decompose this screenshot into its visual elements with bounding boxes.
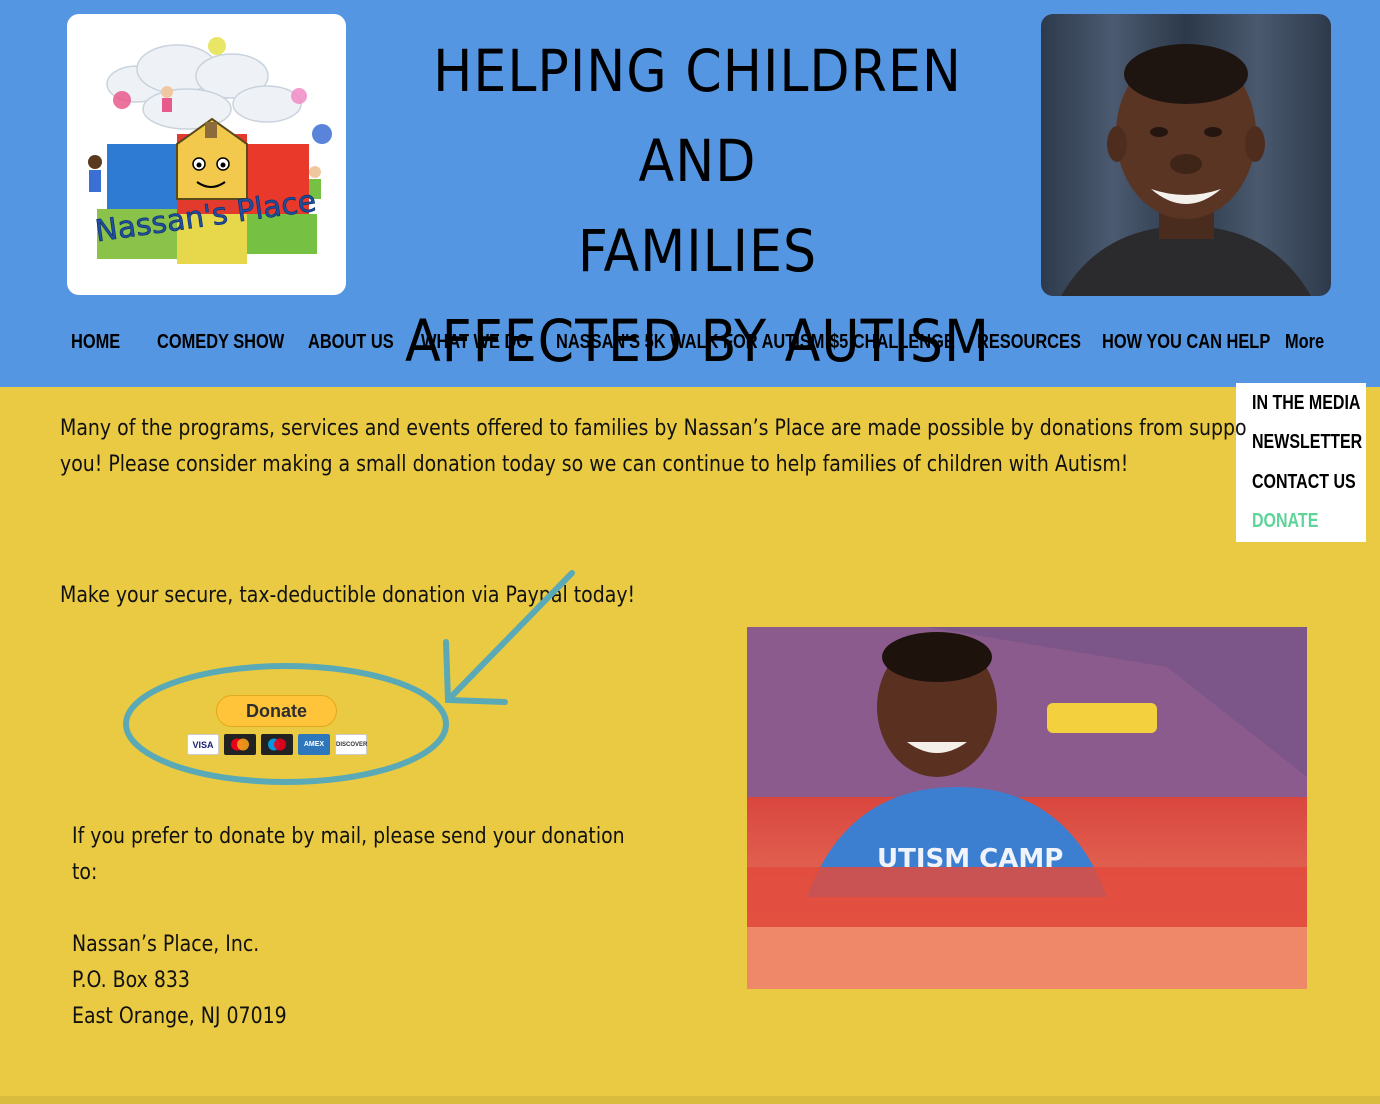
visa-icon: VISA (187, 734, 219, 755)
paypal-paragraph: Make your secure, tax-deductible donatio… (60, 579, 729, 613)
page-bottom-edge (0, 1096, 1380, 1104)
main-nav: HOME COMEDY SHOW ABOUT US WHAT WE DO NAS… (50, 324, 1350, 360)
paypal-donate-button[interactable]: Donate (216, 695, 337, 727)
address-line-3: East Orange, NJ 07019 (72, 1004, 287, 1029)
address-line-2: P.O. Box 833 (72, 968, 190, 993)
mail-donation-block: If you prefer to donate by mail, please … (72, 819, 715, 1035)
title-line-1: HELPING CHILDREN AND (433, 37, 962, 195)
intro-line-2: you! Please consider making a small dona… (60, 452, 1129, 477)
nav-item-resources[interactable]: RESOURCES (977, 324, 1081, 360)
site-logo[interactable]: Nassan's Place (67, 14, 346, 295)
site-header: Nassan's Place HELPING CHILDREN AND FAMI… (0, 0, 1380, 387)
mail-line-1: If you prefer to donate by mail, please … (72, 824, 625, 849)
nav-item-about-us[interactable]: ABOUT US (308, 324, 394, 360)
nav-item-home[interactable]: HOME (71, 324, 120, 360)
mastercard-icon (224, 734, 256, 755)
amex-icon: AMEX (298, 734, 330, 755)
portrait-photo (1041, 14, 1331, 296)
address-line-1: Nassan’s Place, Inc. (72, 932, 260, 957)
child-photo: UTISM CAMP (747, 627, 1307, 989)
nav-item-more[interactable]: More (1285, 324, 1324, 360)
mail-line-2: to: (72, 860, 98, 885)
payment-cards: VISA AMEX DISCOVER (187, 734, 367, 756)
discover-icon: DISCOVER (335, 734, 367, 755)
dropdown-item-donate[interactable]: DONATE (1252, 507, 1318, 535)
nav-item-5-challenge[interactable]: $5 CHALLENGE (830, 324, 955, 360)
nav-item-how-you-can-help[interactable]: HOW YOU CAN HELP (1102, 324, 1270, 360)
intro-paragraph: Many of the programs, services and event… (60, 411, 1380, 483)
nav-item-comedy-show[interactable]: COMEDY SHOW (157, 324, 284, 360)
paypal-line: Make your secure, tax-deductible donatio… (60, 583, 636, 608)
intro-line-1: Many of the programs, services and event… (60, 416, 1247, 441)
maestro-icon (261, 734, 293, 755)
nav-item-what-we-do[interactable]: WHAT WE DO (421, 324, 529, 360)
nav-item-5k-walk[interactable]: NASSAN'S 5K WALK FOR AUTISM (556, 324, 824, 360)
title-line-2: FAMILIES (577, 217, 818, 285)
